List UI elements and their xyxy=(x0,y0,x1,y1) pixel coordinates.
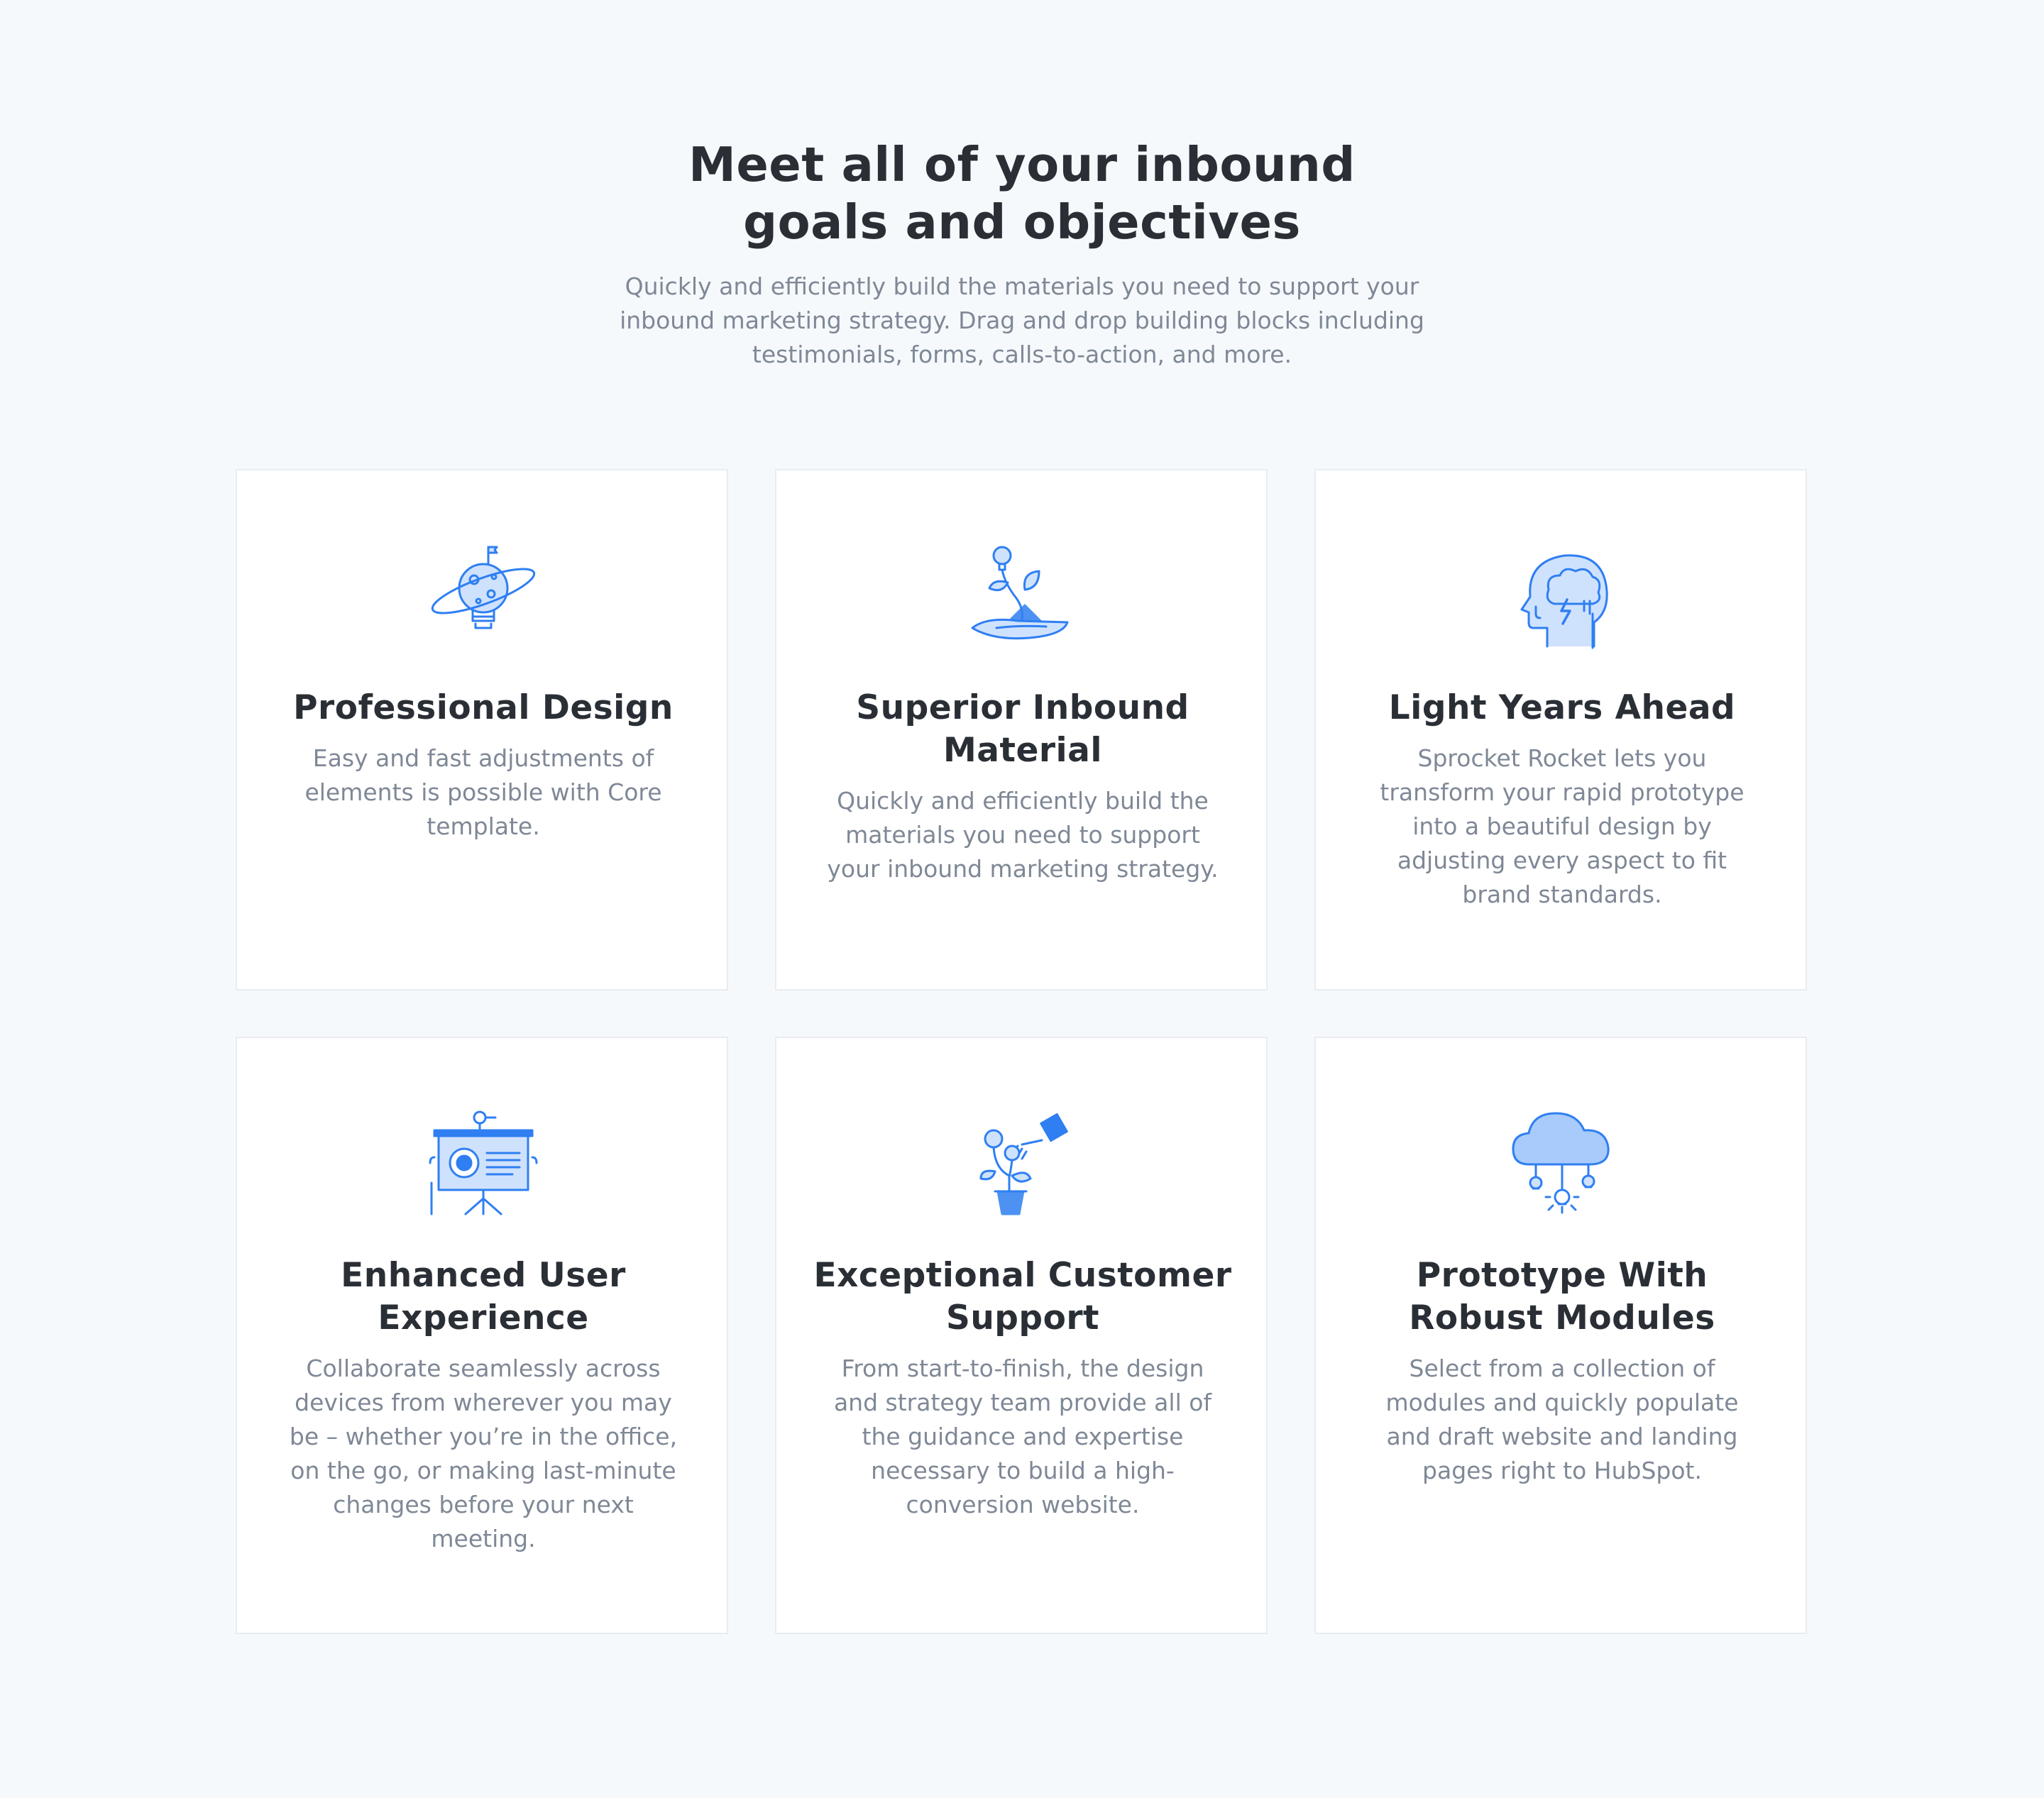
features-section: Meet all of your inbound goals and objec… xyxy=(0,0,2044,1798)
card-description: Collaborate seamlessly across devices fr… xyxy=(289,1355,678,1552)
card-description: Sprocket Rocket lets you transform your … xyxy=(1380,744,1744,908)
section-title: Meet all of your inbound goals and objec… xyxy=(596,136,1448,251)
presentation-board-icon xyxy=(429,1108,538,1217)
section-subtitle: Quickly and efficiently build the materi… xyxy=(620,272,1424,368)
card-title: Superior Inbound Material xyxy=(856,688,1189,770)
section-title-line-1: Meet all of your inbound xyxy=(688,137,1356,192)
card-description: Easy and fast adjustments of elements is… xyxy=(304,744,662,840)
watering-plant-icon xyxy=(968,1108,1077,1217)
feature-card-exceptional-customer-support: Exceptional Customer Support From start-… xyxy=(775,1037,1268,1634)
feature-card-light-years-ahead: Light Years Ahead Sprocket Rocket lets y… xyxy=(1314,469,1807,991)
feature-card-enhanced-user-experience: Enhanced User Experience Collaborate sea… xyxy=(236,1037,728,1634)
head-brainstorm-icon xyxy=(1507,540,1617,649)
lightbulb-planet-icon xyxy=(429,540,538,649)
section-header: Meet all of your inbound goals and objec… xyxy=(0,136,2044,372)
card-title: Prototype With Robust Modules xyxy=(1409,1256,1715,1338)
card-description: From start-to-finish, the design and str… xyxy=(833,1355,1212,1518)
card-title: Exceptional Customer Support xyxy=(813,1256,1232,1338)
card-description: Select from a collection of modules and … xyxy=(1385,1355,1739,1484)
card-title: Professional Design xyxy=(293,688,674,727)
feature-card-prototype-with-robust-modules: Prototype With Robust Modules Select fro… xyxy=(1314,1037,1807,1634)
card-title: Light Years Ahead xyxy=(1388,688,1736,727)
section-title-line-2: goals and objectives xyxy=(743,194,1301,250)
card-title: Enhanced User Experience xyxy=(341,1256,626,1338)
card-description: Quickly and efficiently build the materi… xyxy=(827,787,1219,883)
cloud-lightbulbs-icon xyxy=(1507,1108,1617,1217)
feature-card-professional-design: Professional Design Easy and fast adjust… xyxy=(236,469,728,991)
hand-growing-plant-icon xyxy=(968,540,1077,649)
feature-card-superior-inbound-material: Superior Inbound Material Quickly and ef… xyxy=(775,469,1268,991)
